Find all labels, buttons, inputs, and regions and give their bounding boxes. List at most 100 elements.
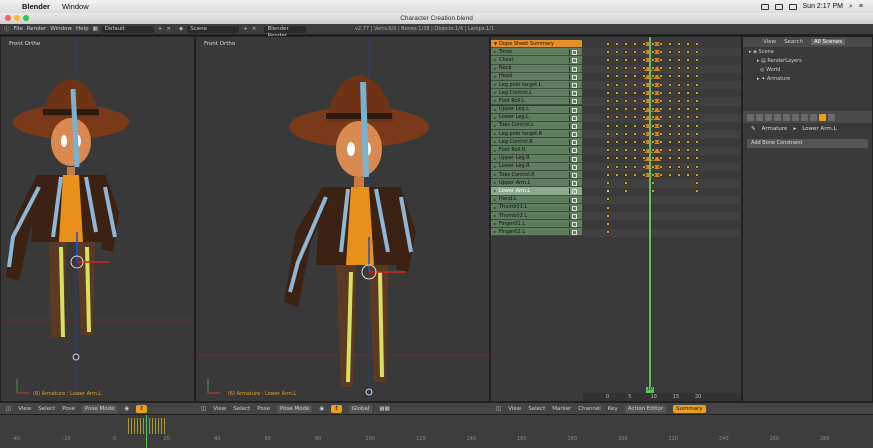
menu-channel[interactable]: Channel [578,406,601,412]
keyframe[interactable] [631,163,638,170]
keyframe[interactable] [605,81,611,88]
menu-view[interactable]: View [213,406,226,412]
keyframe[interactable] [614,122,620,129]
constraints-tab-icon[interactable] [792,113,799,121]
keyframe[interactable] [605,106,611,113]
keyframe[interactable] [605,73,611,80]
keyframe[interactable] [667,73,674,80]
keyframe[interactable] [694,40,700,47]
keyframe[interactable] [614,130,620,137]
keyframe[interactable] [658,106,665,113]
keyframe[interactable] [614,89,620,96]
keyframe[interactable] [694,57,700,63]
keyframe[interactable] [605,171,611,178]
menu-marker[interactable]: Marker [552,406,571,412]
keyframe[interactable] [622,40,629,47]
channel-row[interactable]: ▸ Lower Leg.L [491,113,582,122]
keyframe[interactable] [622,57,629,63]
channel-row[interactable]: ▸ Leg pole target.R [491,130,582,139]
keyframe[interactable] [685,57,691,63]
mute-lock-icon[interactable] [569,106,579,113]
mute-lock-icon[interactable] [569,90,579,97]
keyframe[interactable] [694,73,700,80]
keyframe[interactable] [605,114,611,121]
layers-tab-icon[interactable] [756,113,763,121]
search-icon[interactable]: ⌕ [849,3,853,11]
keyframe[interactable] [667,139,674,145]
orientation-select[interactable]: Global [348,404,373,413]
keyframe[interactable] [667,122,674,129]
outliner-item-renderlayers[interactable]: ▸ ▤ RenderLayers [743,56,872,65]
keyframe[interactable] [658,81,665,88]
keyframe[interactable] [622,163,629,170]
keyframe[interactable] [694,81,700,88]
keyframe[interactable] [694,139,700,145]
keyframe[interactable] [676,130,683,137]
keyframe[interactable] [667,163,674,170]
channel-row[interactable]: ▸ Toes Control.R [491,171,582,180]
scene-icon[interactable]: ◈ [179,26,183,32]
mute-lock-icon[interactable] [569,180,579,187]
keyframe[interactable] [694,188,700,195]
editor-type-icon[interactable]: ◫ [496,406,501,412]
keyframe[interactable] [605,204,611,211]
keyframe[interactable] [658,89,665,96]
render-engine-select[interactable]: Blender Render [264,25,307,39]
keyframe[interactable] [622,48,629,55]
keyframe[interactable] [622,98,629,104]
keyframe[interactable] [622,73,629,80]
mute-lock-icon[interactable] [569,65,579,72]
minimize-window-icon[interactable] [14,15,20,21]
keyframe[interactable] [667,81,674,88]
keyframe[interactable] [614,147,620,154]
menu-view[interactable]: View [508,406,521,412]
bone-constraint-tab-icon[interactable] [819,113,826,121]
keyframe[interactable] [614,155,620,162]
channel-row[interactable]: ▸ Lower Leg.R [491,162,582,171]
keyframe[interactable] [658,98,665,104]
character-rig-left[interactable] [1,37,195,402]
keyframe[interactable] [614,81,620,88]
keyframe[interactable] [694,106,700,113]
keyframe[interactable] [605,147,611,154]
keyframe[interactable] [676,163,683,170]
keyframe[interactable] [676,139,683,145]
keyframe[interactable] [685,89,691,96]
keyframe[interactable] [676,57,683,63]
keyframe[interactable] [605,139,611,145]
editor-type-icon[interactable]: ◫ [6,406,11,412]
layout-field[interactable]: Default [101,25,154,33]
current-frame-indicator[interactable]: 10 [646,387,654,393]
channel-row[interactable]: ▸ Finger02.L [491,228,582,237]
channel-row[interactable]: ▸ Leg Control.R [491,138,582,147]
mute-lock-icon[interactable] [569,163,579,170]
editor-type-icon[interactable]: ◫ [201,406,206,412]
add-bone-constraint-button[interactable]: Add Bone Constraint [747,139,868,148]
keyframe[interactable] [622,139,629,145]
keyframe[interactable] [614,57,620,63]
keyframe[interactable] [605,188,611,195]
keyframe[interactable] [667,57,674,63]
keyframe[interactable] [614,98,620,104]
remove-scene-icon[interactable]: × [252,26,257,32]
keyframe[interactable] [614,163,620,170]
channel-row[interactable]: ▸ Upper Leg.R [491,154,582,163]
keyframe[interactable] [614,73,620,80]
keyframe[interactable] [676,171,683,178]
world-tab-icon[interactable] [774,113,781,121]
mute-lock-icon[interactable] [569,139,579,146]
bone-tab-icon[interactable] [810,113,817,121]
scene-tab-icon[interactable] [765,113,772,121]
keyframe[interactable] [658,48,665,55]
pin-icon[interactable]: ✎ [751,126,756,132]
menu-render[interactable]: Render [27,26,47,32]
window-menu[interactable]: Window [62,2,89,11]
status-icon[interactable] [774,3,783,10]
pivot-icon[interactable]: ◉ [124,406,129,412]
keyframe[interactable] [622,122,629,129]
status-icon[interactable] [760,3,769,10]
mode-select[interactable]: Pose Mode [81,404,118,413]
keyframe[interactable] [622,81,629,88]
keyframe[interactable] [694,155,700,162]
keyframe[interactable] [649,188,656,195]
